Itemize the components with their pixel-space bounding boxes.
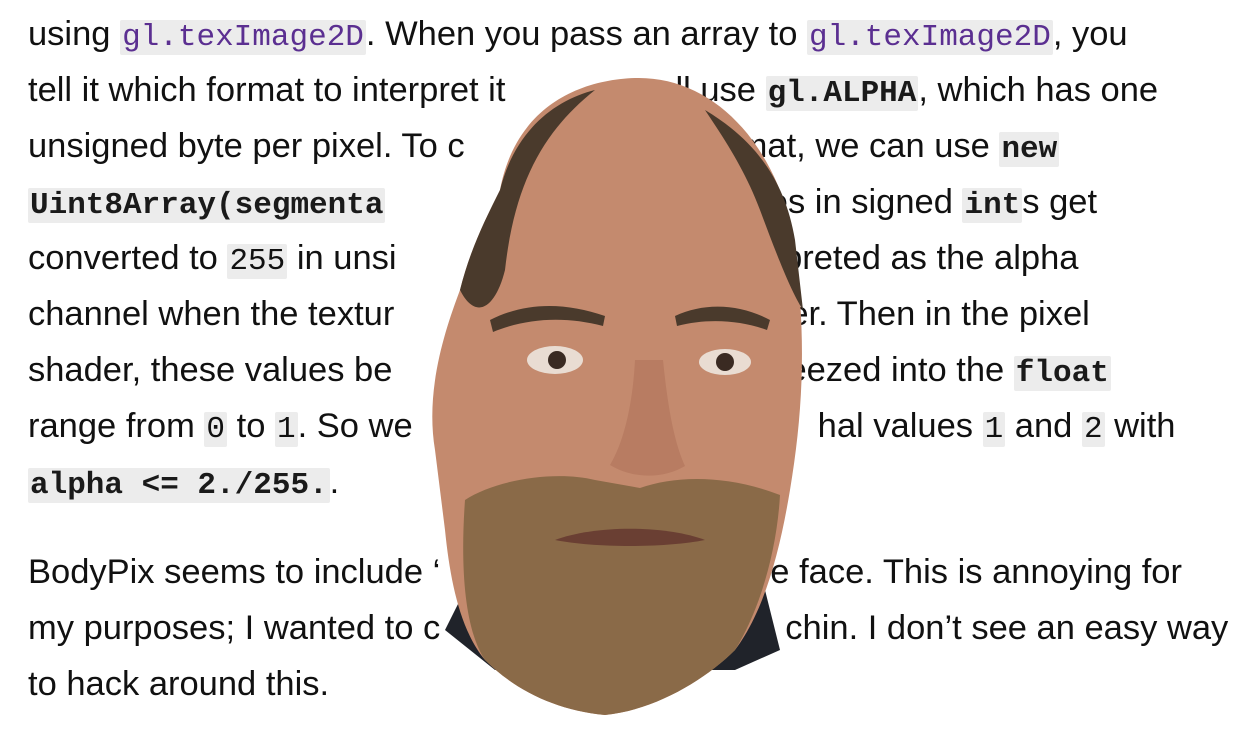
- text-line: alpha <= 2./255..: [28, 454, 1238, 510]
- inline-code: 0: [204, 412, 228, 447]
- text-run: . When you pass an array to: [365, 15, 807, 53]
- text-line: my purposes; I wanted to c chin. I don’t …: [28, 600, 1238, 656]
- inline-code: gl.texImage2D: [120, 20, 366, 55]
- inline-code: float: [1013, 356, 1111, 391]
- text-run: chin. I don’t see an easy way: [785, 609, 1229, 647]
- text-run: converted to: [28, 239, 228, 277]
- article-body: using gl.texImage2D. When you pass an ar…: [28, 6, 1238, 712]
- text-run: with: [1104, 407, 1176, 445]
- text-run: and: [1005, 407, 1082, 445]
- paragraph-1: using gl.texImage2D. When you pass an ar…: [28, 6, 1238, 510]
- text-run: s get: [1022, 183, 1098, 221]
- text-run: range from: [28, 407, 205, 445]
- text-run: e face. This is annoying for: [770, 553, 1182, 591]
- text-line: channel when the textur er. Then in the p…: [28, 286, 1238, 342]
- inline-code: 255: [227, 244, 288, 279]
- inline-code: gl.ALPHA: [765, 76, 919, 111]
- text-run: to hack around this.: [28, 665, 330, 703]
- text-run: mat, we can use: [738, 127, 1000, 165]
- inline-code: alpha <= 2./255.: [28, 468, 330, 503]
- text-run: ll use: [675, 71, 766, 109]
- text-run: to: [227, 407, 275, 445]
- text-run: , you: [1052, 15, 1128, 53]
- text-run: . So we: [297, 407, 413, 445]
- inline-code: 1: [982, 412, 1006, 447]
- text-run: values in signed: [705, 183, 963, 221]
- inline-code: 1: [274, 412, 298, 447]
- text-run: .: [329, 463, 340, 501]
- text-run: shader, these values be: [28, 351, 393, 389]
- text-run: tell it which format to interpret it: [28, 71, 506, 109]
- text-run: using: [28, 15, 121, 53]
- inline-code: 2: [1081, 412, 1105, 447]
- text-line: converted to 255 in unsi rpreted as the a…: [28, 230, 1238, 286]
- text-line: unsigned byte per pixel. To c mat, we can…: [28, 118, 1238, 174]
- text-run: eezed into the: [787, 351, 1014, 389]
- text-run: unsigned byte per pixel. To c: [28, 127, 465, 165]
- text-line: Uint8Array(segmenta values in signed ints…: [28, 174, 1238, 230]
- inline-code: gl.texImage2D: [806, 20, 1053, 55]
- inline-code: int: [962, 188, 1023, 223]
- text-line: range from 0 to 1. So we hal values 1 and…: [28, 398, 1238, 454]
- text-run: channel when the textur: [28, 295, 395, 333]
- text-run: , which has one: [918, 71, 1159, 109]
- inline-code: new: [999, 132, 1060, 167]
- inline-code: Uint8Array(segmenta: [28, 188, 386, 223]
- paragraph-2: BodyPix seems to include ‘ e face. This i…: [28, 544, 1238, 712]
- text-run: in unsi: [287, 239, 397, 277]
- text-run: hal values: [817, 407, 983, 445]
- text-line: tell it which format to interpret it ll u…: [28, 62, 1238, 118]
- text-line: shader, these values be eezed into the fl…: [28, 342, 1238, 398]
- text-line: BodyPix seems to include ‘ e face. This i…: [28, 544, 1238, 600]
- text-line: to hack around this.: [28, 656, 1238, 712]
- text-run: my purposes; I wanted to c: [28, 609, 441, 647]
- text-run: rpreted as the alpha: [771, 239, 1079, 277]
- text-run: BodyPix seems to include ‘: [28, 553, 441, 591]
- text-run: er. Then in the pixel: [789, 295, 1090, 333]
- text-line: using gl.texImage2D. When you pass an ar…: [28, 6, 1238, 62]
